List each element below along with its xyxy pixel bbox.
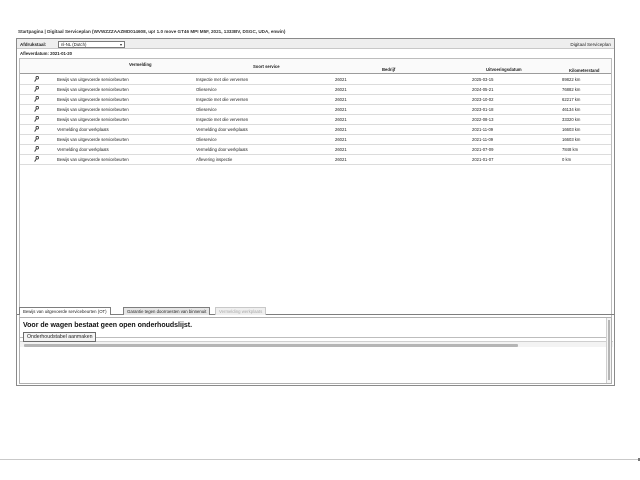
cell-soort: Olieservice	[196, 136, 217, 142]
cell-bedrijf: 26021	[335, 156, 347, 162]
vertical-scrollbar[interactable]	[606, 318, 611, 383]
scrollbar-thumb[interactable]	[608, 320, 610, 380]
cell-datum: 2022-08-13	[472, 116, 494, 122]
cell-datum: 2021-11-09	[472, 126, 494, 132]
cell-km: 33320 km	[562, 116, 581, 122]
cell-bedrijf: 26021	[335, 96, 347, 102]
maintenance-panel: Voor de wagen bestaat geen open onderhou…	[19, 317, 612, 384]
column-soort-service[interactable]: Soort service	[253, 64, 280, 69]
cell-soort: Vermelding door werkplaats	[196, 126, 248, 132]
cell-soort: Inspectie met olie verversen	[196, 96, 249, 102]
print-language-value: nl-NL (Dutch)	[61, 41, 87, 47]
column-vermelding[interactable]: Vermelding	[129, 62, 152, 67]
table-row[interactable]: Bewijs van uitgevoerde servicebeurten Ins…	[20, 75, 611, 85]
cell-km: 16603 km	[562, 136, 581, 142]
table-row[interactable]: Bewijs van uitgevoerde servicebeurten Afl…	[20, 155, 611, 165]
cell-datum: 2024-05-21	[472, 86, 494, 92]
table-row[interactable]: Vermelding door werkplaats Vermelding doo…	[20, 125, 611, 135]
table-row[interactable]: Bewijs van uitgevoerde servicebeurten Ins…	[20, 115, 611, 125]
page-footer-rule	[0, 458, 640, 461]
key-icon[interactable]	[34, 156, 39, 162]
cell-datum: 2021-01-07	[472, 156, 494, 162]
create-maintenance-table-button[interactable]: Onderhoudstabel aanmaken	[23, 332, 97, 342]
cell-datum: 2021-11-09	[472, 136, 494, 142]
cell-datum: 2021-07-09	[472, 146, 494, 152]
cell-soort: Aflevering inspectie	[196, 156, 233, 162]
cell-vermelding: Bewijs van uitgevoerde servicebeurten	[57, 156, 129, 162]
key-icon[interactable]	[34, 96, 39, 102]
table-body: Bewijs van uitgevoerde servicebeurten Ins…	[20, 75, 611, 165]
print-language-select[interactable]: nl-NL (Dutch) ▾	[58, 40, 125, 48]
cell-datum: 2023-01-18	[472, 106, 494, 112]
print-language-label: Afdrukstaal:	[20, 41, 47, 47]
tab-bar: Bewijs van uitgevoerde servicebeurten (O…	[17, 307, 614, 315]
tab-vermelding-werkplaats: Vermelding werkplaats	[215, 307, 267, 315]
cell-vermelding: Bewijs van uitgevoerde servicebeurten	[57, 106, 129, 112]
table-row[interactable]: Vermelding door werkplaats Vermelding doo…	[20, 145, 611, 155]
cell-vermelding: Bewijs van uitgevoerde servicebeurten	[57, 136, 129, 142]
service-plan-frame: Afdrukstaal: nl-NL (Dutch) ▾ Digitaal Se…	[16, 38, 615, 386]
cell-soort: Olieservice	[196, 106, 217, 112]
key-icon[interactable]	[34, 86, 39, 92]
cell-soort: Inspectie met olie verversen	[196, 76, 249, 82]
cell-bedrijf: 26021	[335, 106, 347, 112]
tab-garantie[interactable]: Garantie tegen doorroesten van binnenuit	[123, 307, 211, 315]
cell-datum: 2025-03-15	[472, 76, 494, 82]
cell-bedrijf: 26021	[335, 136, 347, 142]
breadcrumb: Startpagina | Digitaal Serviceplan (WVWZ…	[18, 29, 286, 34]
cell-vermelding: Vermelding door werkplaats	[57, 146, 109, 152]
table-row[interactable]: Bewijs van uitgevoerde servicebeurten Oli…	[20, 85, 611, 95]
cell-km: 7848 km	[562, 146, 579, 152]
cell-vermelding: Bewijs van uitgevoerde servicebeurten	[57, 76, 129, 82]
cell-km: 46134 km	[562, 106, 581, 112]
column-bedrijf[interactable]: Bedrijf	[382, 67, 395, 72]
cell-vermelding: Bewijs van uitgevoerde servicebeurten	[57, 96, 129, 102]
cell-km: 76882 km	[562, 86, 581, 92]
table-row[interactable]: Bewijs van uitgevoerde servicebeurten Oli…	[20, 105, 611, 115]
cell-km: 0 km	[562, 156, 572, 162]
column-uitvoeringsdatum[interactable]: Uitvoeringsdatum	[486, 67, 522, 72]
key-icon[interactable]	[34, 116, 39, 122]
cell-bedrijf: 26021	[335, 86, 347, 92]
cell-bedrijf: 26021	[335, 76, 347, 82]
cell-soort: Inspectie met olie verversen	[196, 116, 249, 122]
cell-vermelding: Vermelding door werkplaats	[57, 126, 109, 132]
cell-bedrijf: 26021	[335, 116, 347, 122]
key-icon[interactable]	[34, 126, 39, 132]
cell-bedrijf: 26021	[335, 126, 347, 132]
cell-km: 16603 km	[562, 126, 581, 132]
cell-vermelding: Bewijs van uitgevoerde servicebeurten	[57, 116, 129, 122]
cell-km: 89822 km	[562, 76, 581, 82]
cell-soort: Olieservice	[196, 86, 217, 92]
toolbar: Afdrukstaal: nl-NL (Dutch) ▾ Digitaal Se…	[17, 39, 614, 49]
cell-soort: Vermelding door werkplaats	[196, 146, 248, 152]
service-table: Vermelding Soort service Bedrijf Uitvoer…	[19, 58, 613, 347]
cell-km: 62217 km	[562, 96, 581, 102]
no-open-list-message: Voor de wagen bestaat geen open onderhou…	[23, 322, 193, 329]
table-header: Vermelding Soort service Bedrijf Uitvoer…	[20, 59, 611, 74]
cell-bedrijf: 26021	[335, 146, 347, 152]
key-icon[interactable]	[34, 76, 39, 82]
panel-title: Digitaal Serviceplan	[570, 41, 611, 47]
key-icon[interactable]	[34, 136, 39, 142]
table-row[interactable]: Bewijs van uitgevoerde servicebeurten Oli…	[20, 135, 611, 145]
column-kilometerstand[interactable]: Kilometerstand	[569, 68, 599, 73]
chevron-down-icon: ▾	[119, 41, 122, 47]
key-icon[interactable]	[34, 146, 39, 152]
cell-datum: 2023-10-02	[472, 96, 494, 102]
table-row[interactable]: Bewijs van uitgevoerde servicebeurten Ins…	[20, 95, 611, 105]
cell-vermelding: Bewijs van uitgevoerde servicebeurten	[57, 86, 129, 92]
delivery-date: Afleverdatum: 2021-01-20	[20, 50, 73, 56]
key-icon[interactable]	[34, 106, 39, 112]
tab-servicebeurten[interactable]: Bewijs van uitgevoerde servicebeurten (O…	[19, 307, 111, 315]
